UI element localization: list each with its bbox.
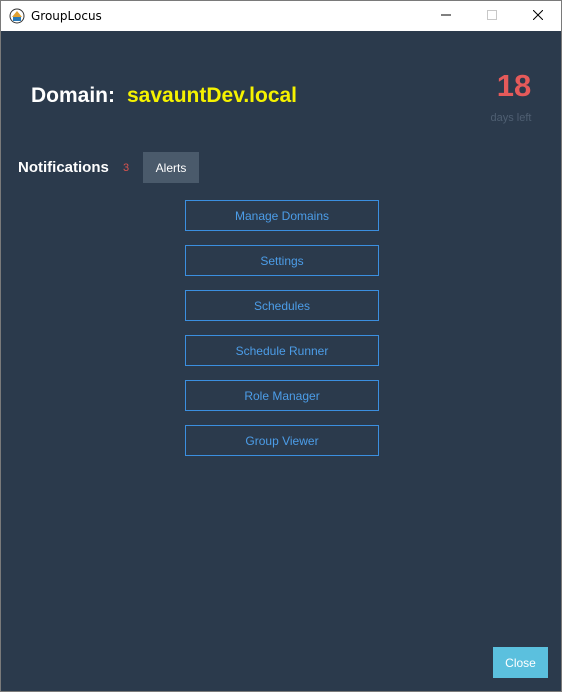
manage-domains-button[interactable]: Manage Domains (185, 200, 379, 231)
main-content: Domain: savauntDev.local 18 days left No… (1, 31, 561, 691)
maximize-icon (487, 7, 497, 25)
title-bar[interactable]: GroupLocus (1, 1, 561, 31)
app-window: GroupLocus Domain: savauntDev.local 18 d… (0, 0, 562, 692)
close-icon (532, 7, 544, 25)
minimize-icon (441, 7, 451, 25)
window-title: GroupLocus (31, 9, 102, 23)
days-left-label: days left (490, 112, 532, 124)
notifications-label: Notifications (18, 159, 109, 176)
close-button[interactable]: Close (493, 647, 548, 678)
group-viewer-button[interactable]: Group Viewer (185, 425, 379, 456)
grouplocus-logo-icon (9, 8, 25, 24)
alerts-button[interactable]: Alerts (143, 152, 199, 183)
days-left-count: 18 (496, 68, 532, 103)
domain-value: savauntDev.local (127, 84, 298, 107)
notifications-count-badge: 3 (123, 162, 130, 174)
settings-button[interactable]: Settings (185, 245, 379, 276)
schedule-runner-button[interactable]: Schedule Runner (185, 335, 379, 366)
window-close-button[interactable] (515, 1, 561, 31)
schedules-button[interactable]: Schedules (185, 290, 379, 321)
maximize-button[interactable] (469, 1, 515, 31)
domain-label: Domain: (31, 84, 115, 107)
minimize-button[interactable] (423, 1, 469, 31)
role-manager-button[interactable]: Role Manager (185, 380, 379, 411)
